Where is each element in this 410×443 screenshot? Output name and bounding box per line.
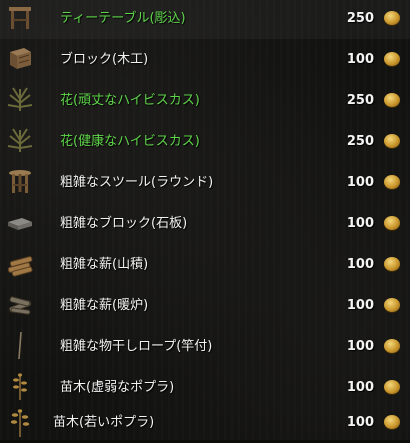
item-price: 100 — [346, 52, 374, 67]
item-name: 粗雑な薪(山積) — [60, 257, 149, 272]
item-price: 100 — [346, 257, 374, 272]
item-price: 100 — [346, 298, 374, 313]
wood-block-icon — [4, 41, 36, 75]
firewood-fireplace-icon — [4, 287, 36, 321]
item-price: 100 — [346, 175, 374, 190]
shop-item-row[interactable]: 花(健康なハイビスカス) 250 — [0, 121, 410, 162]
gold-coin-icon — [384, 175, 400, 189]
shop-item-row[interactable]: 粗雑なブロック(石板) 100 — [0, 203, 410, 244]
tea-table-icon — [4, 0, 36, 34]
gold-coin-icon — [384, 415, 400, 429]
hibiscus-flower-icon — [4, 82, 36, 116]
gold-coin-icon — [384, 11, 400, 25]
item-name: 粗雑なスツール(ラウンド) — [60, 175, 214, 190]
shop-item-list: ティーテーブル(彫込) 250 ブロック(木工) 100 花(頑丈なハイビスカス… — [0, 0, 410, 440]
item-price: 250 — [346, 134, 374, 149]
shop-item-row[interactable]: 粗雑な薪(暖炉) 100 — [0, 285, 410, 326]
gold-coin-icon — [384, 93, 400, 107]
shop-item-row[interactable]: 粗雑なスツール(ラウンド) 100 — [0, 162, 410, 203]
item-name: ブロック(木工) — [60, 52, 149, 67]
item-name: 粗雑な物干しロープ(竿付) — [60, 339, 213, 354]
sapling-icon — [4, 369, 36, 403]
shop-item-row[interactable]: 粗雑な薪(山積) 100 — [0, 244, 410, 285]
shop-item-row[interactable]: 苗木(若いポプラ) 100 — [0, 402, 410, 443]
shop-item-row[interactable]: ティーテーブル(彫込) 250 — [0, 0, 410, 39]
gold-coin-icon — [384, 298, 400, 312]
gold-coin-icon — [384, 134, 400, 148]
hibiscus-flower-icon — [4, 123, 36, 157]
item-price: 100 — [346, 339, 374, 354]
item-price: 250 — [346, 11, 374, 26]
pole-icon — [4, 328, 36, 362]
item-price: 250 — [346, 93, 374, 108]
stone-block-icon — [4, 205, 36, 239]
item-name: 花(頑丈なハイビスカス) — [60, 93, 200, 108]
item-name: 花(健康なハイビスカス) — [60, 134, 200, 149]
shop-item-row[interactable]: 粗雑な物干しロープ(竿付) 100 — [0, 326, 410, 367]
shop-item-row[interactable]: ブロック(木工) 100 — [0, 39, 410, 80]
item-price: 100 — [346, 216, 374, 231]
gold-coin-icon — [384, 257, 400, 271]
item-name: 粗雑なブロック(石板) — [60, 216, 188, 231]
item-name: 粗雑な薪(暖炉) — [60, 298, 149, 313]
stool-icon — [4, 164, 36, 198]
gold-coin-icon — [384, 52, 400, 66]
gold-coin-icon — [384, 339, 400, 353]
gold-coin-icon — [384, 216, 400, 230]
shop-item-row[interactable]: 花(頑丈なハイビスカス) 250 — [0, 80, 410, 121]
gold-coin-icon — [384, 380, 400, 394]
sapling-icon — [4, 404, 36, 438]
item-name: 苗木(若いポプラ) — [53, 415, 155, 430]
firewood-pile-icon — [4, 246, 36, 280]
item-price: 100 — [346, 415, 374, 430]
item-name: ティーテーブル(彫込) — [60, 11, 186, 26]
